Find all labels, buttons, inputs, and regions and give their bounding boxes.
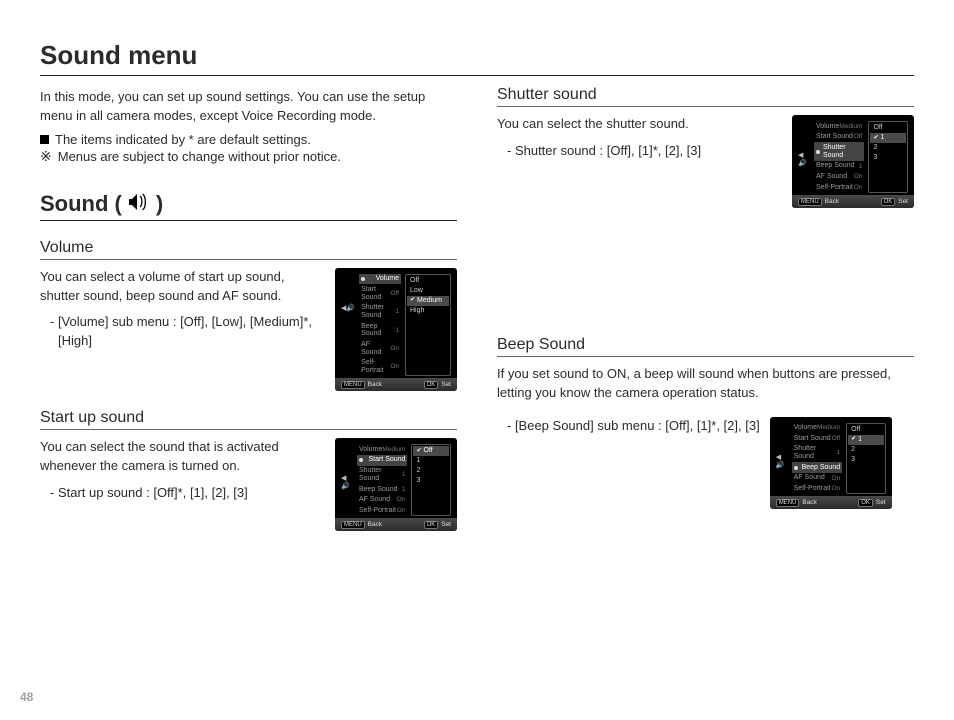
lcd-submenu-item: Off [848, 425, 884, 435]
lcd-submenu-item: Off [407, 276, 449, 286]
lcd-footer: MENUBackOKSet [335, 518, 457, 531]
lcd-submenu: Off123 [868, 121, 908, 193]
lcd-submenu-item: 2 [413, 466, 449, 476]
lcd-menu-item: Self-PortraitOn [814, 182, 864, 193]
right-column: Shutter sound You can select the shutter… [497, 86, 914, 531]
lcd-submenu-item: 1 [848, 435, 884, 445]
beep-submenu: - [Beep Sound] sub menu : [Off], [1]*, [… [507, 417, 760, 435]
lcd-menu-item: VolumeMedium [357, 444, 407, 455]
lcd-menu-item: VolumeMedium [792, 423, 842, 434]
lcd-submenu-item: 2 [870, 143, 906, 153]
startup-submenu: - Start up sound : [Off]*, [1], [2], [3] [50, 484, 325, 502]
intro-change-note: ※ Menus are subject to change without pr… [40, 149, 457, 165]
lcd-submenu-item: High [407, 306, 449, 316]
lcd-submenu-item: Medium [407, 296, 449, 306]
startup-paragraph: You can select the sound that is activat… [40, 438, 325, 476]
lcd-speaker-icon: ◀🔊 [341, 444, 353, 516]
beep-paragraph: If you set sound to ON, a beep will soun… [497, 365, 914, 403]
lcd-speaker-icon: ◀🔊 [776, 423, 788, 495]
sound-heading: Sound ( ) [40, 191, 457, 221]
lcd-menu-item: Self-PortraitOn [357, 505, 407, 516]
lcd-menu-item: Self-PortraitOn [792, 484, 842, 495]
lcd-menu-list: VolumeMediumStart SoundOffShutter SoundB… [814, 121, 864, 193]
lcd-footer: MENUBackOKSet [770, 496, 892, 509]
intro-default-note: The items indicated by * are default set… [40, 132, 457, 147]
startup-lcd-mock: ◀🔊VolumeMediumStart SoundShutter Sound1B… [335, 438, 457, 531]
lcd-menu-item: Beep Sound1 [814, 161, 864, 172]
intro-change-text: Menus are subject to change without prio… [58, 149, 341, 164]
lcd-submenu-item: 1 [870, 133, 906, 143]
square-bullet-icon [40, 135, 49, 144]
startup-heading: Start up sound [40, 409, 457, 430]
lcd-menu-item: Shutter Sound1 [359, 303, 401, 321]
shutter-lcd-mock: ◀🔊VolumeMediumStart SoundOffShutter Soun… [792, 115, 914, 208]
lcd-submenu-item: 3 [870, 153, 906, 163]
shutter-heading: Shutter sound [497, 86, 914, 107]
volume-lcd-mock: ◀🔊VolumeStart SoundOffShutter Sound1Beep… [335, 268, 457, 392]
lcd-menu-item: Volume [359, 274, 401, 285]
page-number: 48 [20, 690, 33, 704]
lcd-submenu: OffLowMediumHigh [405, 274, 451, 377]
lcd-footer: MENUBackOKSet [335, 378, 457, 391]
volume-heading: Volume [40, 239, 457, 260]
lcd-submenu-item: 2 [848, 445, 884, 455]
intro-paragraph: In this mode, you can set up sound setti… [40, 88, 457, 126]
lcd-menu-item: Shutter Sound [814, 142, 864, 160]
beep-heading: Beep Sound [497, 336, 914, 357]
lcd-submenu-item: Low [407, 286, 449, 296]
lcd-menu-item: Start SoundOff [792, 433, 842, 444]
lcd-submenu-item: 1 [413, 456, 449, 466]
lcd-menu-item: Start Sound [357, 455, 407, 466]
lcd-menu-item: Beep Sound1 [357, 484, 407, 495]
lcd-menu-item: Start SoundOff [814, 132, 864, 143]
lcd-menu-item: Beep Sound [792, 462, 842, 473]
lcd-speaker-icon: ◀🔊 [798, 121, 810, 193]
lcd-menu-item: AF SoundOn [357, 495, 407, 506]
left-column: In this mode, you can set up sound setti… [40, 86, 457, 531]
lcd-submenu-item: Off [413, 446, 449, 456]
lcd-speaker-icon: ◀🔊 [341, 274, 355, 377]
speaker-icon [128, 191, 150, 217]
sound-heading-suffix: ) [156, 191, 163, 217]
lcd-menu-item: AF SoundOn [814, 171, 864, 182]
beep-lcd-mock: ◀🔊VolumeMediumStart SoundOffShutter Soun… [770, 417, 892, 510]
lcd-submenu-item: 3 [413, 476, 449, 486]
shutter-submenu: - Shutter sound : [Off], [1]*, [2], [3] [507, 142, 782, 160]
lcd-submenu-item: Off [870, 123, 906, 133]
reference-mark-icon: ※ [40, 148, 52, 165]
lcd-menu-item: VolumeMedium [814, 121, 864, 132]
volume-paragraph: You can select a volume of start up soun… [40, 268, 325, 306]
lcd-menu-item: Self-PortraitOn [359, 358, 401, 376]
sound-heading-prefix: Sound ( [40, 191, 122, 217]
lcd-footer: MENUBackOKSet [792, 195, 914, 208]
page-title: Sound menu [40, 40, 914, 76]
lcd-menu-item: AF SoundOn [792, 473, 842, 484]
lcd-menu-list: VolumeMediumStart SoundOffShutter Sound1… [792, 423, 842, 495]
lcd-menu-item: AF SoundOn [359, 340, 401, 358]
lcd-submenu: Off123 [411, 444, 451, 516]
intro-default-text: The items indicated by * are default set… [55, 132, 311, 147]
volume-submenu: - [Volume] sub menu : [Off], [Low], [Med… [50, 313, 325, 349]
lcd-menu-item: Start SoundOff [359, 284, 401, 302]
lcd-menu-list: VolumeMediumStart SoundShutter Sound1Bee… [357, 444, 407, 516]
lcd-menu-item: Shutter Sound1 [357, 466, 407, 484]
lcd-submenu: Off123 [846, 423, 886, 495]
lcd-menu-item: Shutter Sound1 [792, 444, 842, 462]
shutter-paragraph: You can select the shutter sound. [497, 115, 782, 134]
lcd-menu-list: VolumeStart SoundOffShutter Sound1Beep S… [359, 274, 401, 377]
lcd-menu-item: Beep Sound1 [359, 321, 401, 339]
lcd-submenu-item: 3 [848, 455, 884, 465]
